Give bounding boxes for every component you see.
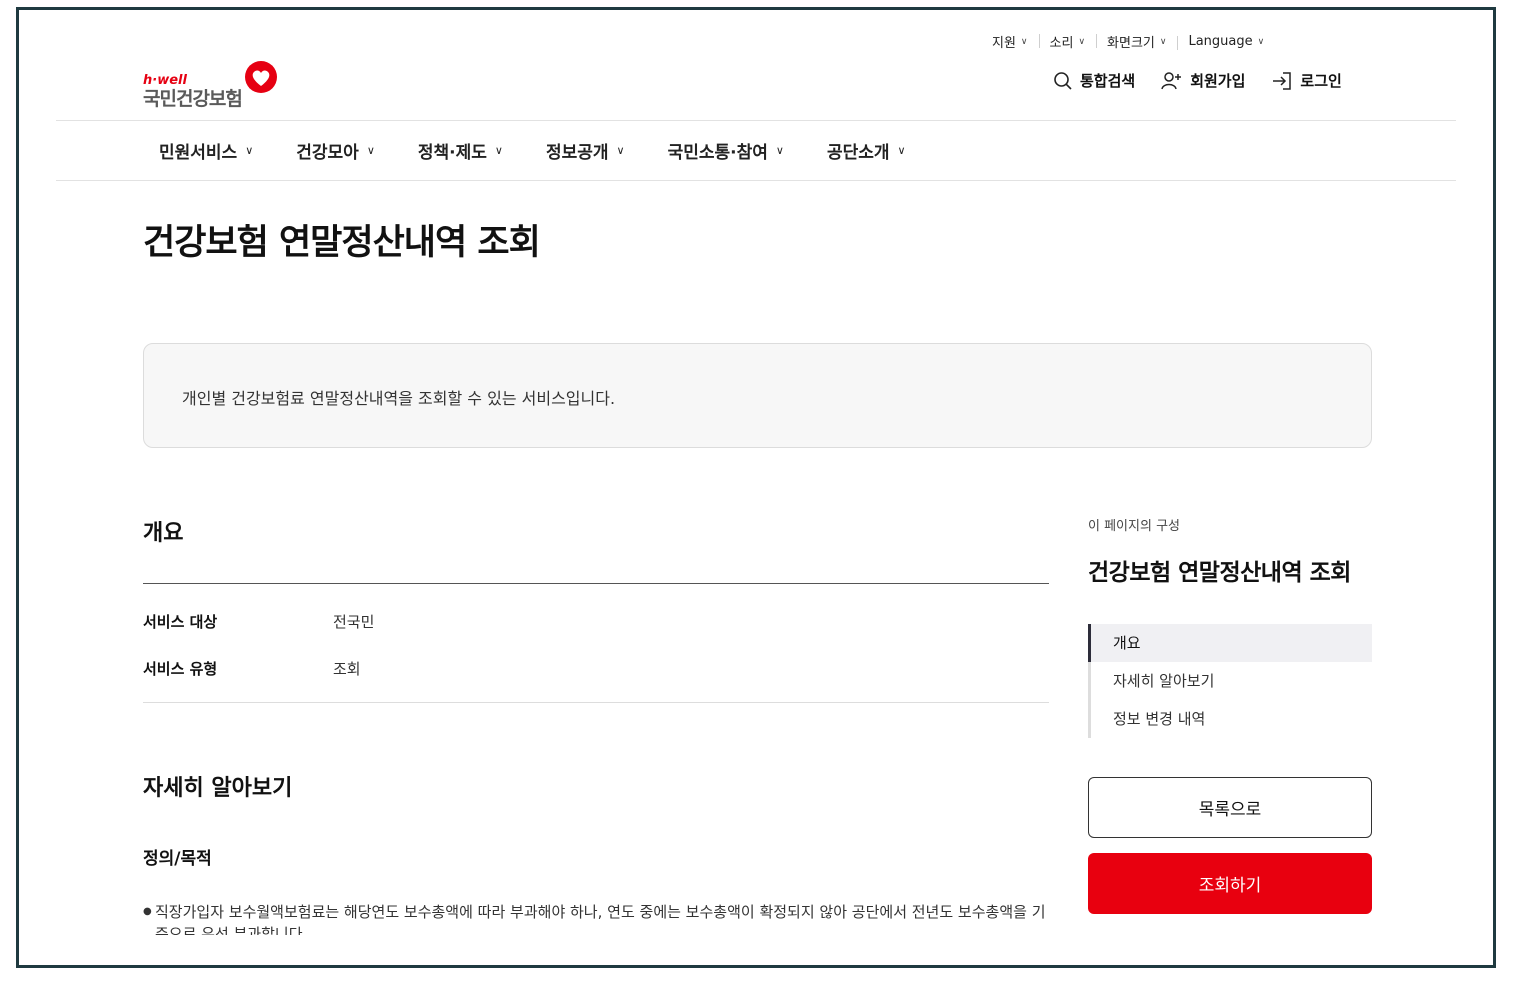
nav-label: 건강모아 [296,143,359,163]
utility-language-label: Language [1188,34,1253,49]
bullet-dot: ● [143,906,152,917]
toc-item-history[interactable]: 정보 변경 내역 [1091,700,1372,738]
chevron-down-icon: ∨ [1257,36,1265,47]
intro-text: 개인별 건강보험료 연말정산내역을 조회할 수 있는 서비스입니다. [182,389,616,408]
back-to-list-button[interactable]: 목록으로 [1088,777,1372,838]
chevron-down-icon: ∨ [1159,36,1167,47]
chevron-down-icon: ∨ [616,144,625,157]
details-heading: 자세히 알아보기 [143,776,293,801]
logo-name: 국민건강보험 [143,88,243,110]
chevron-down-icon: ∨ [1078,36,1086,47]
nav-item-about[interactable]: 공단소개 ∨ [827,138,906,163]
nav-label: 정보공개 [545,143,609,163]
browser-frame: 지원 ∨ 소리 ∨ 화면크기 ∨ Language ∨ 통합검색 회원가입 로그인 h·… [16,7,1496,968]
chevron-down-icon: ∨ [366,144,375,157]
utility-screen-size-label: 화면크기 [1107,36,1155,51]
search-button[interactable]: 통합검색 [1053,70,1135,91]
aside-title: 건강보험 연말정산내역 조회 [1088,560,1351,586]
nav-item-civil-service[interactable]: 민원서비스 ∨ [159,138,253,163]
nav-label: 국민소통·참여 [667,143,768,163]
utility-screen-size[interactable]: 화면크기 ∨ [1096,32,1177,51]
row-value: 조회 [333,660,361,678]
query-button[interactable]: 조회하기 [1088,853,1372,914]
chevron-down-icon: ∨ [897,144,906,157]
nav-item-health[interactable]: 건강모아 ∨ [296,138,375,163]
definition-heading: 정의/목적 [143,849,212,869]
nav-item-disclosure[interactable]: 정보공개 ∨ [546,138,625,163]
page-title: 건강보험 연말정산내역 조회 [143,223,541,263]
signup-label: 회원가입 [1190,72,1246,90]
chevron-down-icon: ∨ [775,144,784,157]
utility-language[interactable]: Language ∨ [1177,34,1275,50]
login-label: 로그인 [1300,72,1342,90]
nav-label: 공단소개 [826,143,890,163]
header-actions: 통합검색 회원가입 로그인 [1053,70,1368,91]
overview-heading: 개요 [143,521,184,546]
utility-sound[interactable]: 소리 ∨ [1038,32,1097,51]
intro-box: 개인별 건강보험료 연말정산내역을 조회할 수 있는 서비스입니다. [143,343,1372,448]
toc-item-overview[interactable]: 개요 [1088,624,1372,662]
toc-item-details[interactable]: 자세히 알아보기 [1091,662,1372,700]
overview-end-divider [143,702,1049,703]
login-icon [1273,71,1292,90]
nav-divider [56,180,1456,181]
heart-logo-icon [245,61,277,93]
login-button[interactable]: 로그인 [1271,70,1342,91]
chevron-down-icon: ∨ [245,144,254,157]
nav-label: 민원서비스 [159,143,238,163]
utility-sound-label: 소리 [1049,36,1074,51]
nav-item-policy[interactable]: 정책·제도 ∨ [418,138,503,163]
nav-item-communication[interactable]: 국민소통·참여 ∨ [668,138,784,163]
main-navigation: 민원서비스 ∨ 건강모아 ∨ 정책·제도 ∨ 정보공개 ∨ 국민소통·참여 ∨ 공단소개 ∨ [159,138,906,163]
definition-bullet: ● 직장가입자 보수월액보험료는 해당연도 보수총액에 따라 부과해야 하나, … [143,901,1053,935]
row-value: 전국민 [333,613,375,631]
utility-support-label: 지원 [992,36,1016,51]
header-divider [56,120,1456,121]
search-label: 통합검색 [1080,72,1136,90]
nav-label: 정책·제도 [417,143,487,163]
bullet-text: 직장가입자 보수월액보험료는 해당연도 보수총액에 따라 부과해야 하나, 연도… [155,903,1046,935]
page-toc: 개요 자세히 알아보기 정보 변경 내역 [1088,624,1372,738]
add-user-icon [1161,71,1182,89]
signup-button[interactable]: 회원가입 [1161,70,1245,91]
utility-support[interactable]: 지원 ∨ [981,32,1039,51]
utility-bar: 지원 ∨ 소리 ∨ 화면크기 ∨ Language ∨ [981,32,1275,51]
search-icon [1054,71,1072,90]
chevron-down-icon: ∨ [494,144,503,157]
row-key: 서비스 대상 [143,613,218,631]
chevron-down-icon: ∨ [1020,36,1028,47]
aside-caption: 이 페이지의 구성 [1088,519,1180,534]
overview-divider [143,583,1049,584]
row-key: 서비스 유형 [143,660,218,678]
site-logo[interactable]: h·well 국민건강보험 [143,60,283,110]
